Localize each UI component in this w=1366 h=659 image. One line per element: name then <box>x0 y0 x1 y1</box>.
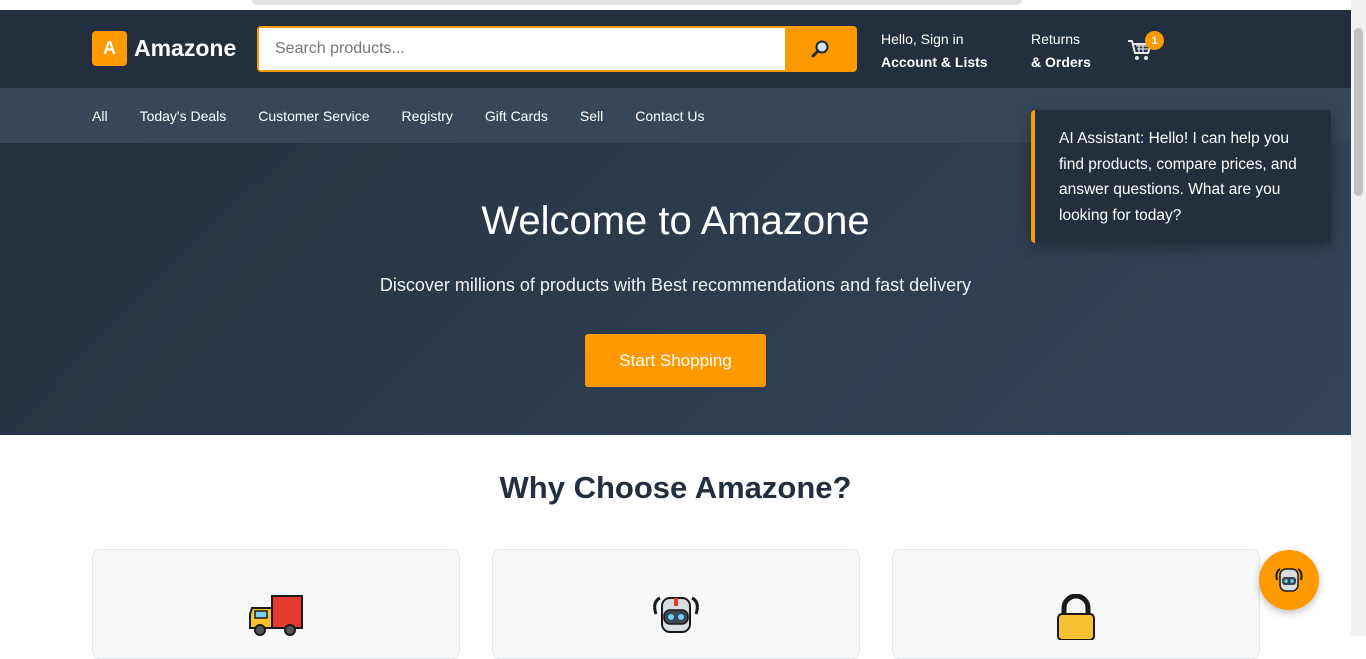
nav-item-gift-cards[interactable]: Gift Cards <box>469 108 564 124</box>
scrollbar-thumb[interactable] <box>1354 28 1363 196</box>
robot-icon <box>653 596 699 633</box>
account-lists[interactable]: Hello, Sign in Account & Lists <box>881 28 988 74</box>
delivery-truck-icon <box>249 595 303 636</box>
nav-item-sell[interactable]: Sell <box>564 108 619 124</box>
browser-top-strip <box>0 0 1351 10</box>
nav-item-registry[interactable]: Registry <box>386 108 469 124</box>
ai-assistant-message: AI Assistant: Hello! I can help you find… <box>1031 110 1331 243</box>
features-title: Why Choose Amazone? <box>499 470 852 505</box>
search-input[interactable] <box>259 28 785 70</box>
feature-card-delivery <box>92 549 460 659</box>
nav-item-todays-deals[interactable]: Today's Deals <box>124 108 243 124</box>
search-icon <box>811 40 829 58</box>
page-scrollbar[interactable] <box>1351 0 1366 636</box>
feature-card-ai <box>492 549 860 659</box>
feature-card-security <box>892 549 1260 659</box>
logo-mark: A <box>92 31 127 66</box>
cart-button[interactable]: 1 <box>1127 31 1164 64</box>
logo[interactable]: A Amazone <box>92 31 236 66</box>
search-button[interactable] <box>785 28 855 70</box>
account-greeting: Hello, Sign in <box>881 31 964 47</box>
cart-count-badge: 1 <box>1145 31 1164 50</box>
top-strip-pill <box>252 0 1022 5</box>
account-label: Account & Lists <box>881 54 988 70</box>
search-bar <box>257 26 857 72</box>
lock-icon <box>1057 594 1095 640</box>
ai-assistant-button[interactable] <box>1259 550 1319 610</box>
site-header: A Amazone Hello, Sign in Account & Lists… <box>0 10 1351 88</box>
hero-subtitle: Discover millions of products with Best … <box>379 275 972 295</box>
brand-name: Amazone <box>134 35 237 61</box>
orders-label: & Orders <box>1031 54 1091 70</box>
nav-item-customer-service[interactable]: Customer Service <box>242 108 385 124</box>
returns-label: Returns <box>1031 31 1081 47</box>
returns-orders[interactable]: Returns & Orders <box>1031 28 1091 74</box>
nav-item-contact-us[interactable]: Contact Us <box>619 108 720 124</box>
nav-item-all[interactable]: All <box>76 108 124 124</box>
start-shopping-button[interactable]: Start Shopping <box>585 334 766 387</box>
robot-icon <box>1275 568 1303 592</box>
